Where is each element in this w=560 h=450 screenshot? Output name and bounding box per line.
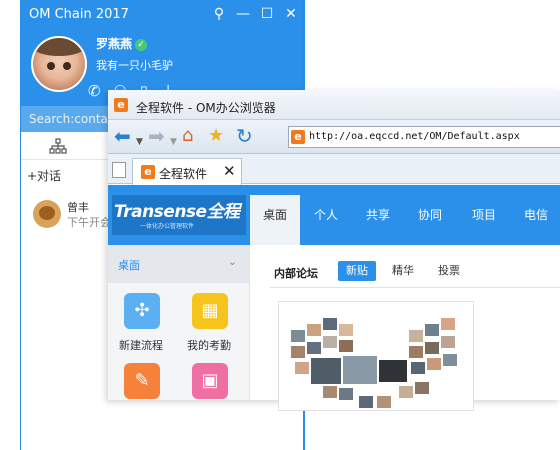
- user-signature[interactable]: 我有一只小毛驴: [96, 57, 173, 73]
- sidebar-title: 桌面: [118, 259, 140, 272]
- refresh-icon[interactable]: ↻: [236, 125, 253, 147]
- contact-avatar: [33, 200, 61, 228]
- app-logo: Transense全程 一体化办公管理软件: [112, 195, 246, 235]
- nav-shared[interactable]: 共享: [358, 195, 398, 245]
- add-chat-button[interactable]: +对话: [27, 167, 61, 184]
- browser-titlebar: e 全程软件 - OM办公浏览器: [108, 90, 560, 120]
- verified-icon: ✓: [135, 38, 148, 51]
- nav-personal[interactable]: 个人: [306, 195, 346, 245]
- org-chart-icon[interactable]: [49, 138, 67, 154]
- pin-icon[interactable]: ⚲: [211, 6, 227, 22]
- browser-tab[interactable]: e 全程软件 ✕: [132, 158, 242, 185]
- forum-title: 内部论坛: [274, 267, 318, 280]
- browser-logo-icon: e: [114, 98, 128, 112]
- favorites-icon[interactable]: ★: [208, 125, 224, 147]
- browser-toolbar: ⬅ ▼ ➡ ▼ ⌂ ★ ↻ e http://oa.eqccd.net/OM/D…: [108, 120, 560, 154]
- contact-last-message: 下午开会: [67, 216, 111, 229]
- flow-icon[interactable]: ✣: [124, 293, 160, 329]
- back-button[interactable]: ⬅: [114, 125, 131, 147]
- contact-name: 曾丰: [67, 201, 89, 214]
- forward-button[interactable]: ➡: [148, 125, 165, 147]
- logo-text: Transense全程: [114, 202, 240, 222]
- user-name: 罗燕燕 ✓: [96, 35, 148, 52]
- close-button[interactable]: ✕: [283, 6, 299, 22]
- tab-polls[interactable]: 投票: [430, 261, 468, 281]
- nav-projects[interactable]: 项目: [464, 195, 504, 245]
- om-titlebar: OM Chain 2017 ⚲ — ☐ ✕: [21, 0, 303, 30]
- tab-close-icon[interactable]: ✕: [223, 162, 236, 180]
- main-content: 内部论坛 新贴 精华 投票: [250, 245, 560, 411]
- tab-logo-icon: e: [141, 165, 155, 179]
- app-sidebar: 桌面 ⌄ ✣ 新建流程 ▦ 我的考勤 ✎ ▣: [108, 245, 250, 400]
- edit-icon[interactable]: ✎: [124, 363, 160, 399]
- back-dropdown-icon[interactable]: ▼: [136, 131, 143, 153]
- avatar[interactable]: [31, 36, 87, 92]
- page-icon: e: [291, 130, 305, 144]
- address-url: http://oa.eqccd.net/OM/Default.aspx: [309, 131, 520, 142]
- address-bar[interactable]: e http://oa.eqccd.net/OM/Default.aspx: [288, 126, 560, 148]
- app-header: Transense全程 一体化办公管理软件 桌面 个人 共享 协同 项目 电信: [108, 185, 560, 245]
- minimize-button[interactable]: —: [235, 6, 251, 22]
- browser-tab-bar: e 全程软件 ✕: [108, 154, 560, 185]
- nav-collaboration[interactable]: 协同: [410, 195, 450, 245]
- tab-label: 全程软件: [159, 167, 208, 181]
- nav-telecom[interactable]: 电信: [516, 195, 556, 245]
- tab-new-posts[interactable]: 新贴: [338, 261, 376, 281]
- photo-collage[interactable]: [278, 301, 474, 411]
- browser-window: e 全程软件 - OM办公浏览器 ⬅ ▼ ➡ ▼ ⌂ ★ ↻ e http://…: [108, 90, 560, 411]
- chevron-down-icon: ⌄: [227, 255, 237, 268]
- forward-dropdown-icon[interactable]: ▼: [170, 131, 177, 153]
- phone-icon[interactable]: ✆: [88, 82, 101, 100]
- om-window-title: OM Chain 2017: [29, 7, 129, 22]
- app-label-new-flow[interactable]: 新建流程: [119, 337, 163, 353]
- browser-title: 全程软件 - OM办公浏览器: [136, 101, 276, 115]
- box-icon[interactable]: ▣: [192, 363, 228, 399]
- logo-tagline: 一体化办公管理软件: [140, 223, 195, 230]
- attendance-icon[interactable]: ▦: [192, 293, 228, 329]
- maximize-button[interactable]: ☐: [259, 6, 275, 22]
- new-tab-icon[interactable]: [112, 162, 126, 178]
- sidebar-header[interactable]: 桌面 ⌄: [108, 245, 249, 283]
- tab-featured[interactable]: 精华: [384, 261, 422, 281]
- nav-desktop[interactable]: 桌面: [250, 195, 300, 245]
- app-label-attendance[interactable]: 我的考勤: [187, 337, 231, 353]
- home-icon[interactable]: ⌂: [182, 125, 193, 147]
